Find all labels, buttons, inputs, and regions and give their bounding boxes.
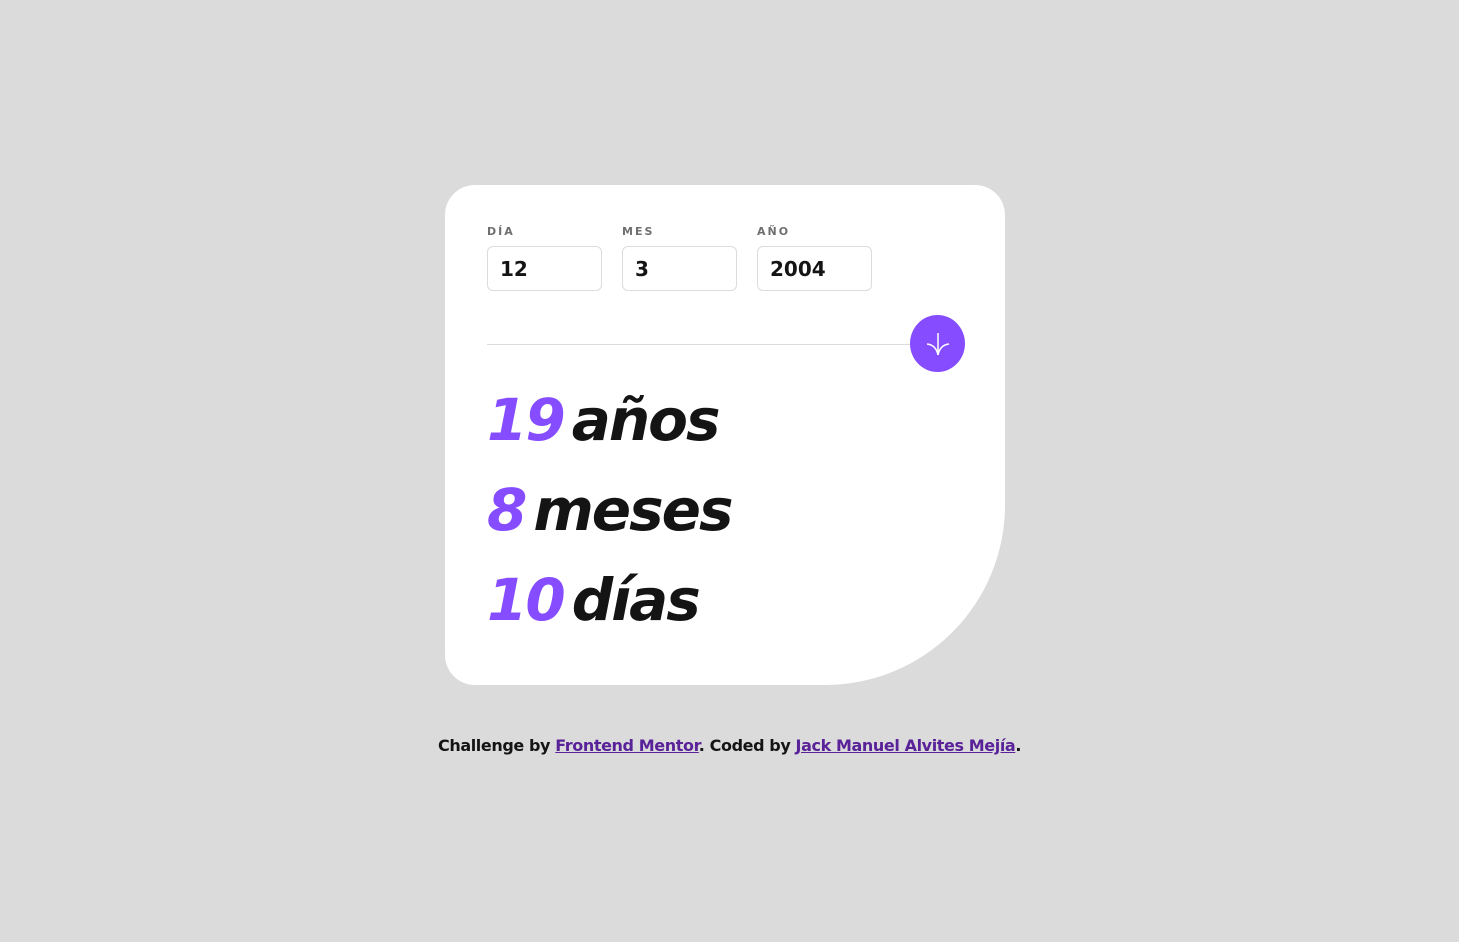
- attribution-prefix: Challenge by: [437, 736, 556, 755]
- attribution: Challenge by Frontend Mentor. Coded by J…: [0, 736, 1459, 755]
- age-calculator-card: DÍA MES AÑO 19años 8meses 10días: [445, 185, 1005, 685]
- result-days: 10 días: [487, 560, 701, 640]
- year-label: AÑO: [757, 225, 791, 238]
- months-value: 8: [487, 476, 527, 544]
- years-value: 19: [487, 386, 566, 454]
- result-years: 19 años: [487, 380, 721, 460]
- result-months: 8 meses: [487, 470, 734, 550]
- month-field: MES: [622, 225, 737, 291]
- day-input[interactable]: [487, 246, 602, 291]
- arrow-down-icon: [926, 332, 949, 355]
- month-label: MES: [622, 225, 655, 238]
- year-field: AÑO: [757, 225, 872, 291]
- days-value: 10: [487, 566, 566, 634]
- divider: [487, 344, 957, 345]
- frontend-mentor-link[interactable]: Frontend Mentor: [555, 736, 699, 755]
- submit-button[interactable]: [910, 315, 965, 372]
- day-field: DÍA: [487, 225, 602, 291]
- months-unit: meses: [533, 476, 733, 544]
- author-link[interactable]: Jack Manuel Alvites Mejía: [796, 736, 1016, 755]
- month-input[interactable]: [622, 246, 737, 291]
- days-unit: días: [571, 566, 701, 634]
- year-input[interactable]: [757, 246, 872, 291]
- attribution-suffix: .: [1015, 736, 1022, 755]
- years-unit: años: [571, 386, 721, 454]
- day-label: DÍA: [487, 225, 515, 238]
- attribution-middle: . Coded by: [698, 736, 796, 755]
